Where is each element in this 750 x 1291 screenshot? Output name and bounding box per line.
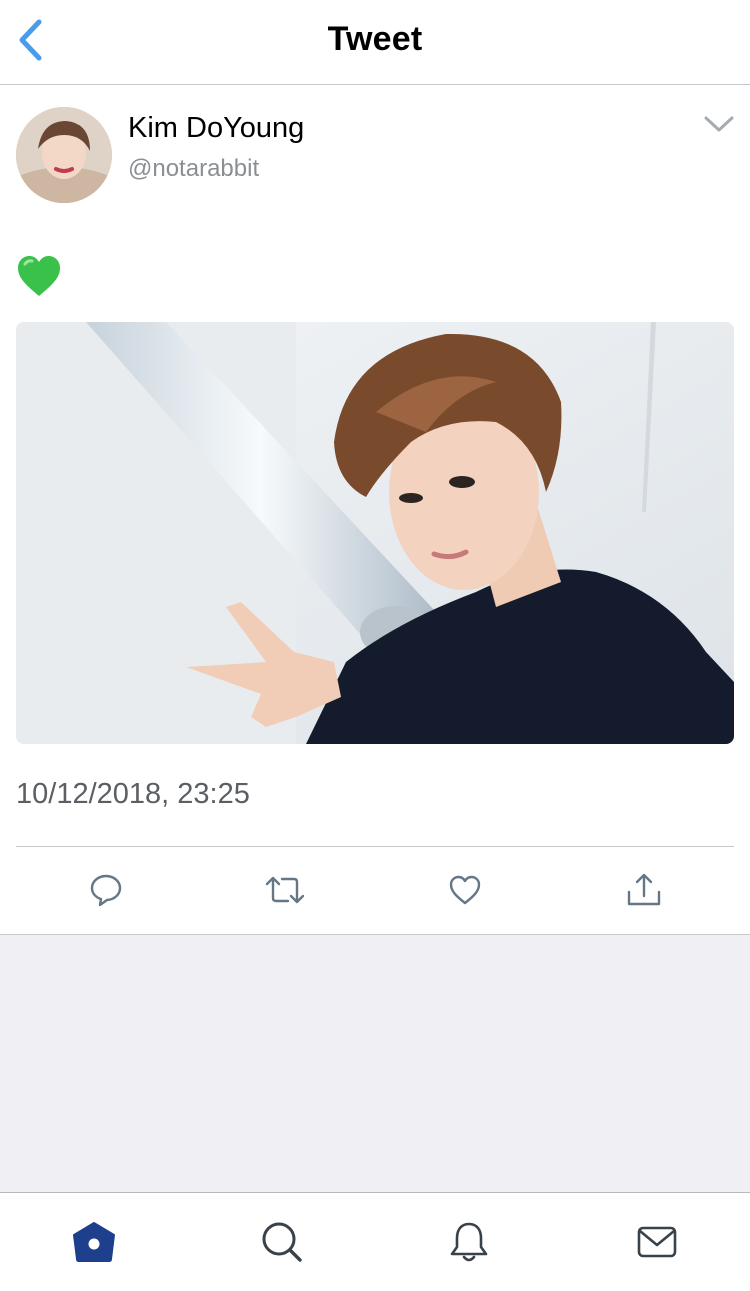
author-display-name[interactable]: Kim DoYoung <box>128 112 304 145</box>
green-heart-icon <box>18 256 60 296</box>
tab-messages[interactable] <box>625 1210 689 1274</box>
avatar[interactable] <box>16 107 112 203</box>
author-handle[interactable]: @notarabbit <box>128 155 259 183</box>
home-icon <box>73 1222 115 1262</box>
like-button[interactable] <box>437 866 493 914</box>
tweet-options-button[interactable] <box>700 108 738 140</box>
tab-search[interactable] <box>250 1210 314 1274</box>
reply-bubble-icon <box>90 874 122 907</box>
heart-icon <box>449 875 481 905</box>
tweet-media-image[interactable] <box>16 322 734 744</box>
page-title: Tweet <box>327 20 423 58</box>
tab-home[interactable] <box>62 1210 126 1274</box>
search-icon <box>262 1222 302 1262</box>
bell-icon <box>450 1222 488 1262</box>
mail-icon <box>637 1226 677 1258</box>
tab-notifications[interactable] <box>437 1210 501 1274</box>
retweet-button[interactable] <box>257 866 313 914</box>
tweet-text: 💚 <box>16 254 62 298</box>
divider <box>16 846 734 847</box>
reply-button[interactable] <box>78 866 134 914</box>
chevron-down-icon <box>704 116 734 132</box>
tweet-timestamp: 10/12/2018, 23:25 <box>16 778 250 810</box>
share-icon <box>627 873 661 906</box>
empty-replies-area <box>0 934 750 1193</box>
retweet-icon <box>265 876 305 904</box>
share-button[interactable] <box>616 866 672 914</box>
